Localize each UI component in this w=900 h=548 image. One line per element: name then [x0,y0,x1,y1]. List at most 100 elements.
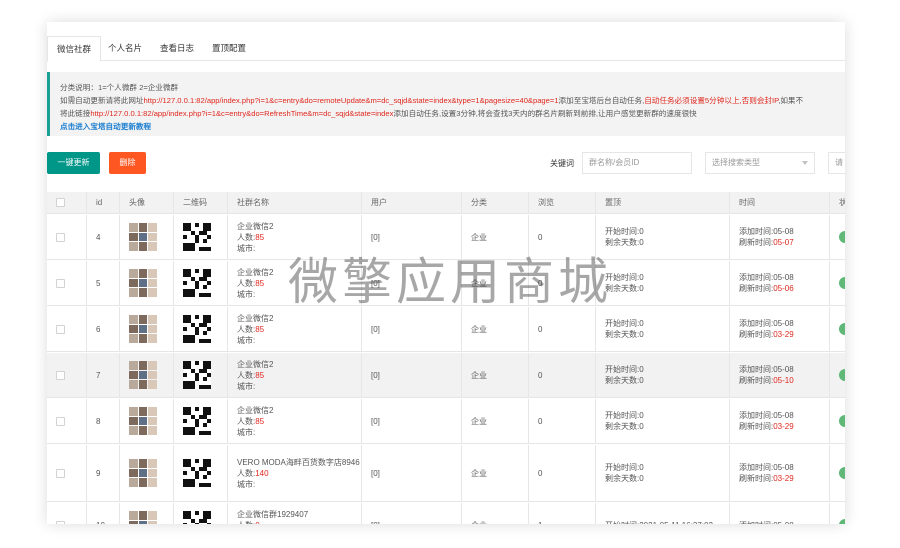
group-count: 人数:85 [237,370,273,381]
group-name: 企业微信2 [237,359,274,369]
row-qrcode[interactable] [174,215,228,259]
row-select[interactable] [47,307,87,351]
status-toggle[interactable] [839,369,845,381]
refresh-label: 刷新时间: [739,376,774,385]
time-info: 添加时间:05-08 刷新时间:03-29 [739,410,794,432]
row-qrcode[interactable] [174,261,228,305]
pin-start: 开始时间:0 [605,411,644,420]
tab-wechat-groups[interactable]: 微信社群 [47,36,102,62]
pin-start: 开始时间:0 [605,273,644,282]
row-user: [0] [362,215,462,259]
row-group-info: 企业微信2 人数:85 城市: [228,353,362,397]
checkbox[interactable] [56,520,65,524]
row-select[interactable] [47,261,87,305]
pin-start: 开始时间:0 [605,227,644,236]
group-count: 人数:140 [237,468,360,479]
status-toggle[interactable] [839,415,845,427]
notice-box: 分类说明：1=个人微群 2=企业微群 如需自动更新请将此网址http://127… [47,72,845,136]
checkbox[interactable] [56,198,65,207]
checkbox[interactable] [56,370,65,380]
checkbox[interactable] [56,278,65,288]
remote-update-url[interactable]: http://127.0.0.1:82/app/index.php?i=1&c=… [144,96,559,105]
row-status[interactable] [830,503,845,524]
row-qrcode[interactable] [174,445,228,501]
row-status[interactable] [830,307,845,351]
refresh-time-url[interactable]: http://127.0.0.1:82/app/index.php?i=1&c=… [90,109,393,118]
table-row: 9 VERO MODA海畔百货数字店8946 人数:140 城市: [0] 企业 0 开始时间… [47,445,845,502]
row-user: [0] [362,399,462,443]
pin-info: 开始时间:0 剩余天数:0 [605,226,644,248]
header-status: 状 [839,198,845,207]
row-select[interactable] [47,399,87,443]
checkbox[interactable] [56,232,65,242]
row-qrcode[interactable] [174,503,228,524]
row-group-info: 企业微信2 人数:85 城市: [228,261,362,305]
row-status[interactable] [830,399,845,443]
status-toggle[interactable] [839,467,845,479]
notice-text: 添加至宝塔后台自动任务, [558,96,645,105]
checkbox[interactable] [56,416,65,426]
pin-start: 开始时间:0 [605,463,644,472]
row-select[interactable] [47,215,87,259]
pin-start: 开始时间:0 [605,319,644,328]
added-time: 添加时间:05-08 [739,520,794,525]
group-name: 企业微信2 [237,313,274,323]
added-time: 添加时间:05-08 [739,227,794,236]
one-click-update-button[interactable]: 一键更新 [47,152,100,174]
member-count: 85 [255,324,265,334]
status-toggle[interactable] [839,519,845,524]
header-select-all[interactable] [47,192,87,213]
header-avatar: 头像 [120,192,174,213]
refresh-time: 刷新时间:03-29 [739,329,794,340]
member-count: 85 [255,370,265,380]
row-qrcode[interactable] [174,353,228,397]
row-status[interactable] [830,215,845,259]
avatar [129,407,157,435]
notice-text: 将此链接 [60,109,91,118]
search-type-select[interactable]: 选择搜索类型 [705,152,815,174]
checkbox[interactable] [56,468,65,478]
row-id: 6 [87,307,120,351]
tab-personal-cards[interactable]: 个人名片 [99,36,151,61]
tutorial-link[interactable]: 点击进入宝塔自动更新教程 [60,120,845,133]
row-avatar [120,353,174,397]
refresh-time: 刷新时间:05-06 [739,283,794,294]
header-qrcode: 二维码 [174,192,228,213]
tab-pin-config[interactable]: 置顶配置 [203,36,255,61]
row-select[interactable] [47,445,87,501]
count-label: 人数: [237,521,255,525]
qrcode-icon [183,511,211,524]
pin-info: 开始时间:0 剩余天数:0 [605,462,644,484]
row-qrcode[interactable] [174,399,228,443]
count-label: 人数: [237,278,256,288]
row-select[interactable] [47,353,87,397]
time-info: 添加时间:05-08 刷新时间:05-07 [739,226,794,248]
member-count: 85 [255,278,265,288]
status-toggle[interactable] [839,231,845,243]
row-qrcode[interactable] [174,307,228,351]
row-views: 1 [529,503,596,524]
member-count: 85 [255,416,265,426]
row-avatar [120,503,174,524]
row-status[interactable] [830,445,845,501]
table-row: 5 企业微信2 人数:85 城市: [0] 企业 0 开始时间:0 剩余天数:0 添加时间:05-… [47,261,845,306]
row-status[interactable] [830,353,845,397]
keyword-input[interactable]: 群名称/会员ID [582,152,692,174]
delete-button[interactable]: 删除 [109,152,146,174]
row-select[interactable] [47,503,87,524]
row-id: 8 [87,399,120,443]
row-status[interactable] [830,261,845,305]
group-name: 企业微信2 [237,405,274,415]
pin-start: 开始时间:0 [605,365,644,374]
avatar [129,269,157,297]
row-user: [0] [362,261,462,305]
group-info: 企业微信2 人数:85 城市: [237,221,273,254]
qrcode-icon [183,223,211,251]
group-count: 人数:85 [237,324,273,335]
extra-filter-input[interactable]: 请 [828,152,845,174]
search-type-value: 选择搜索类型 [712,158,760,167]
status-toggle[interactable] [839,277,845,289]
tab-view-logs[interactable]: 查看日志 [151,36,203,61]
status-toggle[interactable] [839,323,845,335]
checkbox[interactable] [56,324,65,334]
